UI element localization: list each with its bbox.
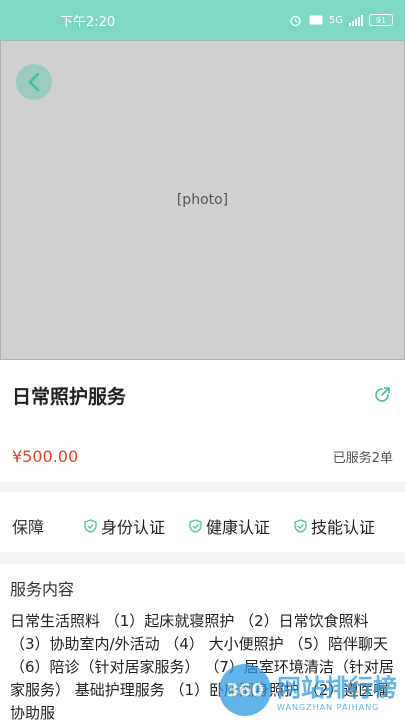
watermark: 360 网站排行榜 WANGZHAN PAIHANG [219, 664, 397, 716]
guarantee-identity: 身份认证 [84, 514, 165, 538]
watermark-title: 网站排行榜 [277, 674, 397, 702]
watermark-text: 网站排行榜 WANGZHAN PAIHANG [277, 668, 397, 712]
served-count: 已服务2单 [332, 450, 393, 466]
guarantee-health: 健康认证 [189, 514, 270, 538]
signal-icon [349, 14, 363, 26]
title-row: 日常照护服务 [0, 370, 405, 420]
content-title: 服务内容 [10, 580, 75, 599]
shield-check-icon [189, 519, 202, 533]
watermark-logo: 360 [219, 664, 271, 716]
hero-image: [photo] [0, 40, 405, 360]
hero-image-label: [photo] [176, 192, 229, 208]
guarantee-row: 保障 身份认证 健康认证 技能认证 [0, 506, 405, 546]
guarantee-health-label: 健康认证 [206, 518, 271, 537]
battery-level: 91 [375, 15, 387, 25]
network-label: 5G [328, 14, 343, 26]
section-divider [0, 552, 405, 564]
watermark-subtitle: WANGZHAN PAIHANG [277, 703, 380, 712]
share-icon [375, 387, 390, 402]
page-title: 日常照护服务 [12, 385, 127, 408]
battery-icon: 91 [369, 14, 393, 26]
shield-check-icon [84, 519, 97, 533]
share-button[interactable] [371, 384, 393, 406]
guarantee-identity-label: 身份认证 [101, 518, 166, 537]
status-time: 下午2:20 [60, 14, 116, 30]
section-divider [0, 482, 405, 492]
price-row: ¥500.00 已服务2单 [0, 440, 405, 472]
shield-check-icon [294, 519, 307, 533]
alarm-icon [289, 14, 303, 26]
guarantee-skill-label: 技能认证 [311, 518, 376, 537]
chevron-left-icon [28, 72, 40, 92]
status-bar: 下午2:20 5G 91 [0, 0, 405, 40]
price: ¥500.00 [12, 446, 79, 466]
back-button[interactable] [16, 64, 52, 100]
status-icons: 5G 91 [289, 14, 393, 26]
guarantee-label: 保障 [12, 518, 45, 537]
guarantee-skill: 技能认证 [294, 514, 375, 538]
hd-icon [309, 14, 323, 26]
